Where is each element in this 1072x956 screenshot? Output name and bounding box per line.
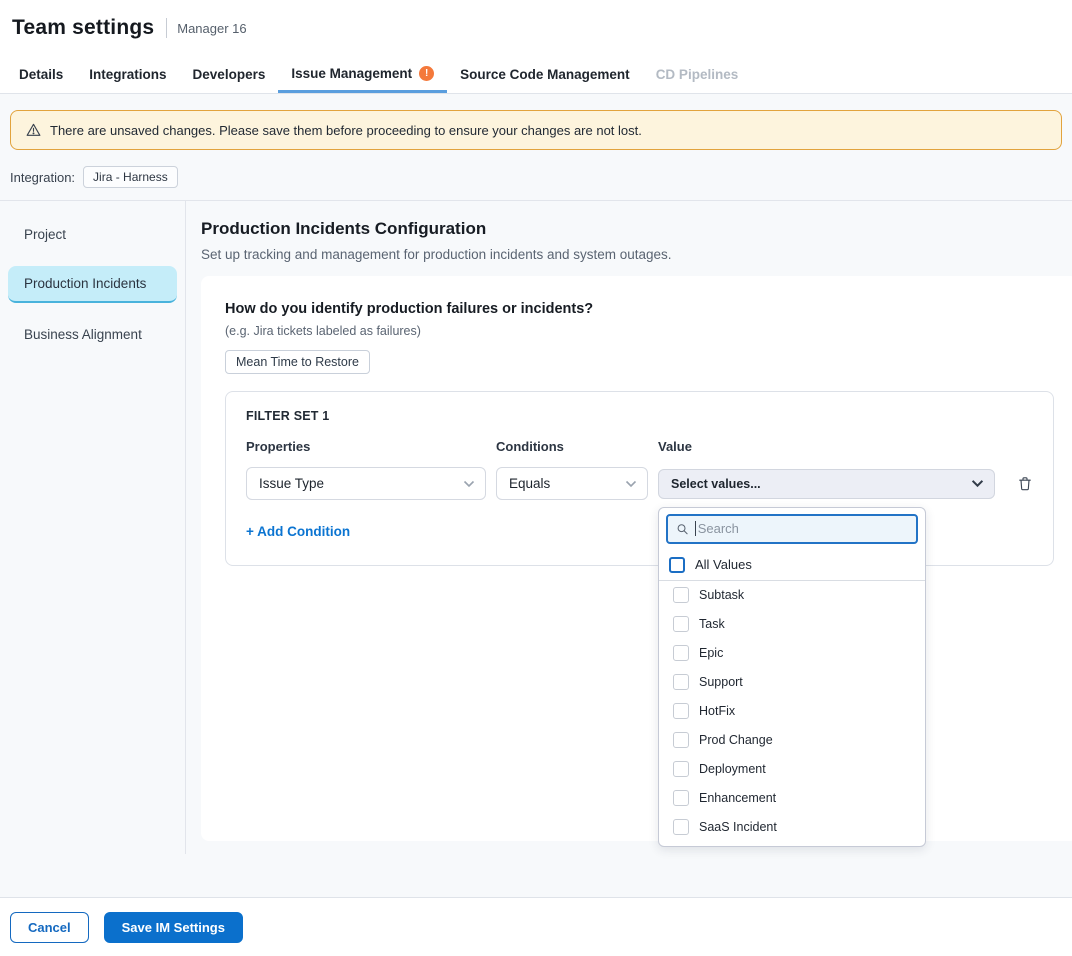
identify-hint: (e.g. Jira tickets labeled as failures): [225, 324, 1054, 338]
chevron-down-icon: [625, 480, 637, 488]
metric-chip-mttr[interactable]: Mean Time to Restore: [225, 350, 370, 374]
content-area: There are unsaved changes. Please save t…: [0, 94, 1072, 897]
integration-row: Integration: Jira - Harness: [0, 164, 1072, 200]
properties-column-label: Properties: [246, 439, 486, 454]
option-support[interactable]: Support: [659, 668, 925, 697]
settings-tabbar: Details Integrations Developers Issue Ma…: [0, 56, 1072, 94]
checkbox[interactable]: [673, 674, 689, 690]
sidebar-item-business-alignment[interactable]: Business Alignment: [8, 317, 177, 352]
tab-cd-pipelines[interactable]: CD Pipelines: [643, 56, 752, 93]
integration-label: Integration:: [10, 170, 75, 185]
all-values-checkbox[interactable]: [669, 557, 685, 573]
value-select-wrap: Select values...: [658, 469, 995, 499]
filter-set-title: FILTER SET 1: [246, 409, 1033, 423]
tab-source-code-management[interactable]: Source Code Management: [447, 56, 643, 93]
section-title: Production Incidents Configuration: [201, 219, 1072, 239]
option-enhancement[interactable]: Enhancement: [659, 784, 925, 813]
option-saas-incident[interactable]: SaaS Incident: [659, 813, 925, 842]
option-label: Task: [699, 617, 725, 631]
checkbox[interactable]: [673, 732, 689, 748]
tab-developers-label: Developers: [193, 67, 266, 82]
option-label: HotFix: [699, 704, 735, 718]
property-select[interactable]: Issue Type: [246, 467, 486, 500]
settings-columns: Project Production Incidents Business Al…: [0, 201, 1072, 854]
all-values-label: All Values: [695, 557, 752, 572]
chevron-down-icon: [463, 480, 475, 488]
chevron-down-icon: [971, 479, 984, 488]
tab-details[interactable]: Details: [6, 56, 76, 93]
checkbox[interactable]: [673, 645, 689, 661]
condition-select[interactable]: Equals: [496, 467, 648, 500]
page-title: Team settings: [12, 16, 154, 40]
option-label: Epic: [699, 646, 723, 660]
filter-row: Issue Type Equals Select values...: [246, 467, 1033, 500]
unsaved-changes-banner: There are unsaved changes. Please save t…: [10, 110, 1062, 150]
value-multiselect-dropdown: All Values Subtask Task Epic Support Hot…: [658, 507, 926, 847]
option-deployment[interactable]: Deployment: [659, 755, 925, 784]
tab-cd-pipelines-label: CD Pipelines: [656, 67, 739, 82]
search-icon: [676, 522, 689, 536]
warning-triangle-icon: [25, 122, 42, 138]
config-sidebar: Project Production Incidents Business Al…: [0, 201, 186, 854]
option-subtask[interactable]: Subtask: [659, 581, 925, 610]
cancel-button[interactable]: Cancel: [10, 912, 89, 943]
option-label: Prod Change: [699, 733, 773, 747]
condition-select-value: Equals: [509, 476, 550, 491]
banner-text: There are unsaved changes. Please save t…: [50, 123, 642, 138]
option-customer-notification[interactable]: Customer Notification: [659, 842, 925, 847]
filter-column-headers: Properties Conditions Value: [246, 439, 1033, 454]
tab-issue-management-label: Issue Management: [291, 66, 412, 81]
sidebar-item-project[interactable]: Project: [8, 217, 177, 252]
tab-integrations-label: Integrations: [89, 67, 166, 82]
page-header: Team settings Manager 16: [0, 0, 1072, 56]
option-label: Support: [699, 675, 743, 689]
checkbox[interactable]: [673, 616, 689, 632]
trash-icon: [1017, 475, 1033, 492]
option-label: Subtask: [699, 588, 744, 602]
option-prod-change[interactable]: Prod Change: [659, 726, 925, 755]
filter-set-1: FILTER SET 1 Properties Conditions Value…: [225, 391, 1054, 566]
delete-filter-row-button[interactable]: [1017, 475, 1033, 492]
option-epic[interactable]: Epic: [659, 639, 925, 668]
incidents-config-card: How do you identify production failures …: [201, 276, 1072, 841]
identify-question: How do you identify production failures …: [225, 301, 1054, 317]
checkbox[interactable]: [673, 790, 689, 806]
conditions-column-label: Conditions: [496, 439, 648, 454]
tab-issue-management[interactable]: Issue Management !: [278, 56, 447, 93]
title-divider: [166, 18, 167, 38]
team-name-label: Manager 16: [177, 21, 246, 36]
footer-actions: Cancel Save IM Settings: [0, 897, 1072, 956]
text-cursor: [695, 521, 696, 536]
section-subtitle: Set up tracking and management for produ…: [201, 247, 1072, 262]
sidebar-item-production-incidents[interactable]: Production Incidents: [8, 266, 177, 303]
option-all-values[interactable]: All Values: [659, 550, 925, 581]
option-task[interactable]: Task: [659, 610, 925, 639]
save-im-settings-button[interactable]: Save IM Settings: [104, 912, 243, 943]
option-label: Deployment: [699, 762, 766, 776]
checkbox[interactable]: [673, 761, 689, 777]
tab-developers[interactable]: Developers: [180, 56, 279, 93]
value-column-label: Value: [658, 439, 995, 454]
checkbox[interactable]: [673, 819, 689, 835]
value-select-placeholder: Select values...: [671, 477, 761, 491]
dropdown-search-box: [666, 514, 918, 544]
checkbox[interactable]: [673, 587, 689, 603]
value-select[interactable]: Select values...: [658, 469, 995, 499]
config-main: Production Incidents Configuration Set u…: [186, 201, 1072, 854]
integration-chip[interactable]: Jira - Harness: [83, 166, 178, 188]
tab-integrations[interactable]: Integrations: [76, 56, 179, 93]
property-select-value: Issue Type: [259, 476, 324, 491]
tab-details-label: Details: [19, 67, 63, 82]
tab-source-code-management-label: Source Code Management: [460, 67, 630, 82]
option-label: SaaS Incident: [699, 820, 777, 834]
dropdown-search-wrap: [659, 508, 925, 550]
checkbox[interactable]: [673, 703, 689, 719]
add-condition-button[interactable]: + Add Condition: [246, 524, 350, 539]
unsaved-alert-icon: !: [419, 66, 434, 81]
option-label: Enhancement: [699, 791, 776, 805]
option-hotfix[interactable]: HotFix: [659, 697, 925, 726]
dropdown-search-input[interactable]: [698, 521, 908, 536]
